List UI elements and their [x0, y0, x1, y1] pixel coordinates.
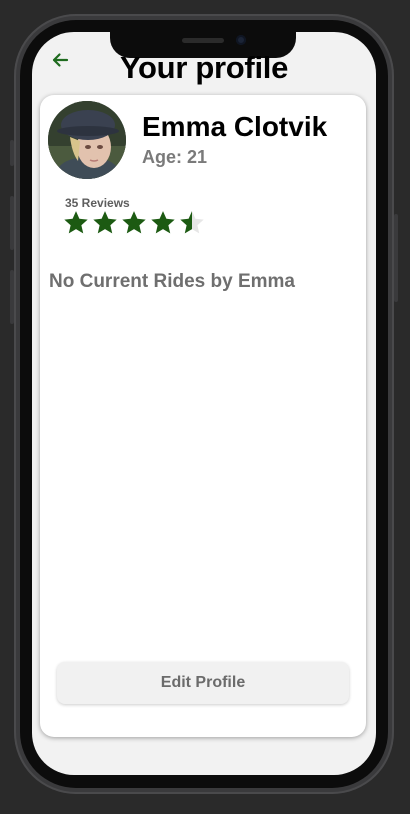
speaker — [182, 38, 224, 43]
star-icon — [93, 211, 117, 234]
star-rating — [62, 209, 206, 237]
profile-card: Emma Clotvik Age: 21 35 Reviews No Curre… — [40, 95, 366, 737]
reviews-count: 35 Reviews — [65, 196, 130, 210]
avatar — [48, 101, 126, 179]
no-rides-message: No Current Rides by Emma — [49, 271, 295, 292]
power-button — [394, 214, 398, 302]
star-icon — [151, 211, 175, 234]
star-icon — [122, 211, 146, 234]
star-half-icon — [180, 211, 204, 234]
volume-down-button — [10, 270, 14, 324]
avatar-photo — [48, 101, 126, 179]
app-screen: Your profile Emma Clotvik Age: 21 35 Rev… — [32, 32, 376, 775]
page-title: Your profile — [119, 50, 289, 85]
front-camera — [236, 35, 246, 45]
user-age: Age: 21 — [142, 147, 208, 167]
volume-up-button — [10, 196, 14, 250]
star-icon — [64, 211, 88, 234]
user-name: Emma Clotvik — [142, 111, 328, 142]
silent-switch — [10, 140, 14, 166]
edit-profile-button[interactable]: Edit Profile — [57, 662, 349, 704]
